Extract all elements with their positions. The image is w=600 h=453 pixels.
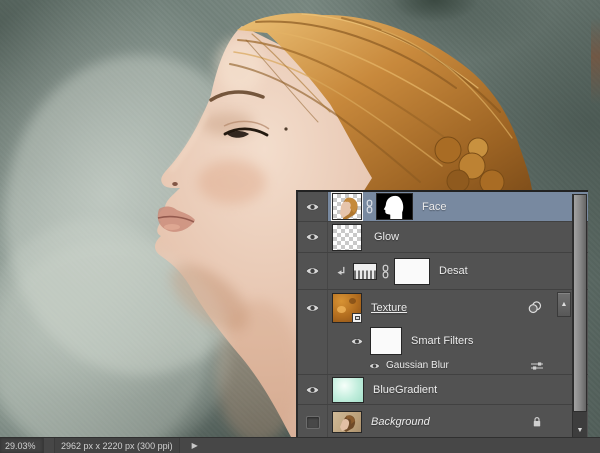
smart-filter-icon[interactable] xyxy=(528,301,542,314)
smart-object-badge-icon xyxy=(352,313,362,323)
scroll-up-button[interactable]: ▲ xyxy=(557,292,571,317)
scroll-down-button[interactable]: ▼ xyxy=(573,424,587,437)
visibility-eye-toggle[interactable] xyxy=(298,253,328,289)
layer-row-desat[interactable]: Desat xyxy=(298,253,588,290)
layer-row-texture[interactable]: Texture xyxy=(298,290,588,325)
layer-name: Background xyxy=(371,416,430,428)
layer-name: BlueGradient xyxy=(373,384,437,396)
eye-icon xyxy=(305,385,320,395)
link-icon xyxy=(381,264,390,279)
link-icon xyxy=(365,199,374,214)
photoshop-window: Face Glow xyxy=(0,0,600,453)
panel-scrollbar[interactable]: ▼ xyxy=(572,194,587,437)
layer-row-glow[interactable]: Glow xyxy=(298,222,588,253)
filter-options-icon[interactable] xyxy=(530,361,544,371)
layer-mask-thumbnail[interactable] xyxy=(376,193,413,220)
smart-filters-row[interactable]: Smart Filters xyxy=(298,325,588,357)
layer-thumbnail[interactable] xyxy=(332,377,364,403)
document-info[interactable]: 2962 px x 2220 px (300 ppi) xyxy=(54,438,180,453)
visibility-eye-toggle[interactable] xyxy=(298,290,328,325)
layers-panel: Face Glow xyxy=(296,190,588,437)
eye-icon xyxy=(305,303,320,313)
layer-mask-thumbnail[interactable] xyxy=(394,258,430,285)
layer-name: Face xyxy=(422,201,446,213)
visibility-eye-toggle[interactable] xyxy=(298,222,328,252)
eye-icon xyxy=(305,202,320,212)
lock-icon xyxy=(532,416,542,428)
layer-row-background[interactable]: Background xyxy=(298,405,588,439)
hidden-eye-icon xyxy=(306,416,320,429)
visibility-eye-toggle[interactable] xyxy=(298,375,328,404)
layer-thumbnail[interactable] xyxy=(332,411,362,433)
eye-icon xyxy=(350,337,364,346)
layer-thumbnail[interactable] xyxy=(332,224,362,251)
layer-name: Glow xyxy=(374,231,399,243)
filter-mask-thumbnail[interactable] xyxy=(370,327,402,355)
empty-eye-cell[interactable] xyxy=(298,357,328,374)
visibility-eye-toggle[interactable] xyxy=(298,192,328,221)
clipping-mask-icon xyxy=(336,266,347,277)
visibility-eye-toggle[interactable] xyxy=(368,362,381,370)
smart-filters-label: Smart Filters xyxy=(411,335,473,347)
layer-name: Texture xyxy=(371,302,407,314)
adjustment-layer-icon[interactable] xyxy=(353,263,377,280)
eye-icon xyxy=(305,266,320,276)
eye-icon xyxy=(305,232,320,242)
eye-icon xyxy=(368,362,381,370)
visibility-eye-toggle[interactable] xyxy=(350,337,364,346)
layer-row-bluegradient[interactable]: BlueGradient xyxy=(298,375,588,405)
gaussian-blur-row[interactable]: Gaussian Blur xyxy=(298,357,588,375)
smart-object-thumbnail[interactable] xyxy=(332,293,362,323)
visibility-eye-toggle[interactable] xyxy=(298,405,328,439)
layer-thumbnail[interactable] xyxy=(332,193,362,220)
layer-row-face[interactable]: Face xyxy=(298,192,588,222)
status-menu-arrow-icon[interactable]: ▶ xyxy=(192,441,198,450)
scrollbar-thumb[interactable] xyxy=(573,194,587,412)
layer-name: Desat xyxy=(439,265,468,277)
status-bar: 29.03% 2962 px x 2220 px (300 ppi) ▶ xyxy=(0,437,600,453)
empty-eye-cell[interactable] xyxy=(298,325,328,357)
zoom-level-field[interactable]: 29.03% xyxy=(0,438,44,453)
filter-name: Gaussian Blur xyxy=(386,360,449,371)
